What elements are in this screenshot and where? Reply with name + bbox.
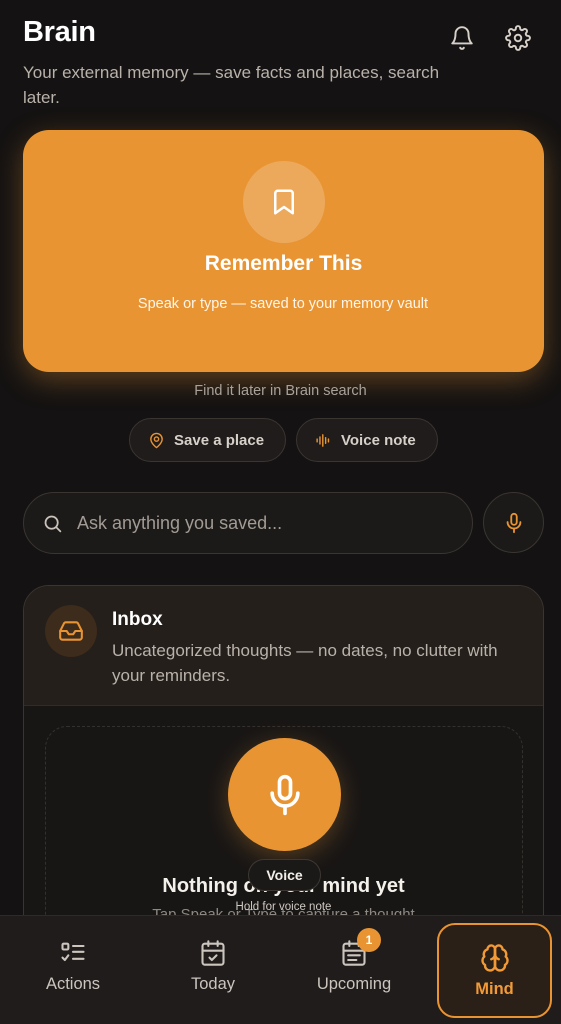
hold-tooltip: Hold for voice note: [235, 901, 332, 913]
find-later-hint: Find it later in Brain search: [194, 383, 367, 399]
page-subtitle: Your external memory — save facts and pl…: [23, 63, 440, 107]
inbox-icon: [59, 621, 83, 641]
notifications-button[interactable]: [445, 21, 479, 55]
page-title: Brain: [23, 16, 96, 48]
bottom-nav: Actions Today 1 Upcoming Mind: [0, 915, 561, 1024]
nav-label: Mind: [475, 979, 514, 998]
inbox-header: Inbox Uncategorized thoughts — no dates,…: [24, 586, 543, 706]
nav-item-actions[interactable]: Actions: [17, 924, 129, 1008]
nav-label: Today: [190, 975, 236, 993]
record-voice-button[interactable]: [228, 738, 341, 851]
inbox-title: Inbox: [112, 609, 163, 630]
search-input[interactable]: [77, 512, 437, 534]
settings-button[interactable]: [501, 21, 535, 55]
bookmark-icon: [274, 189, 294, 215]
map-pin-icon: [150, 432, 163, 448]
voice-tooltip: Voice: [248, 859, 321, 891]
nav-item-today[interactable]: Today: [157, 924, 269, 1008]
voice-search-button[interactable]: [483, 492, 544, 553]
calendar-check-icon: [201, 940, 225, 966]
nav-item-mind[interactable]: Mind: [437, 923, 552, 1018]
nav-label: Upcoming: [316, 975, 392, 993]
microphone-icon: [506, 512, 521, 533]
bell-icon: [451, 26, 473, 50]
audio-waveform-icon: [316, 433, 330, 447]
brain-icon: [480, 943, 509, 972]
save-place-label: Save a place: [174, 431, 265, 449]
inbox-description: Uncategorized thoughts — no dates, no cl…: [112, 641, 498, 685]
voice-note-button[interactable]: Voice note: [296, 418, 438, 462]
nav-item-upcoming[interactable]: 1 Upcoming: [298, 924, 410, 1008]
search-icon: [44, 515, 62, 532]
microphone-icon: [269, 774, 300, 815]
remember-title: Remember This: [204, 252, 363, 275]
upcoming-count-badge: 1: [357, 928, 381, 952]
nav-label: Actions: [45, 975, 101, 993]
inbox-icon-badge: [45, 605, 97, 657]
save-place-button[interactable]: Save a place: [129, 418, 286, 462]
bookmark-badge: [243, 161, 325, 243]
remember-this-card[interactable]: Remember This Speak or type — saved to y…: [23, 130, 544, 372]
remember-subtitle: Speak or type — saved to your memory vau…: [137, 296, 429, 312]
checklist-icon: [61, 942, 85, 962]
voice-note-label: Voice note: [341, 431, 416, 449]
gear-icon: [505, 25, 531, 51]
search-bar: [23, 492, 473, 554]
